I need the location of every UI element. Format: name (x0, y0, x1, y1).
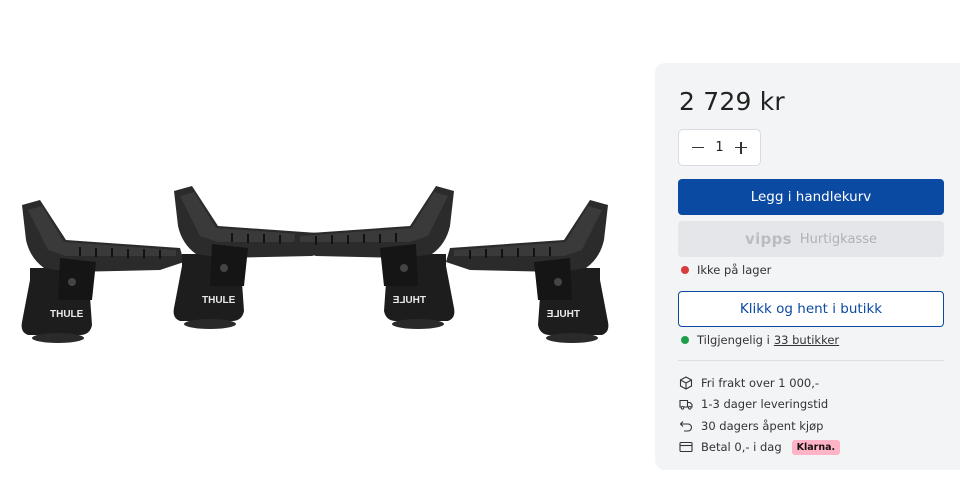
divider (678, 360, 944, 361)
product-price: 2 729 kr (679, 87, 785, 116)
vipps-express-checkout-button[interactable]: vipps Hurtigkasse (678, 221, 944, 257)
stock-status: Ikke på lager (681, 263, 771, 277)
feature-list: Fri frakt over 1 000,- 1-3 dager leverin… (679, 372, 841, 459)
list-item: Fri frakt over 1 000,- (679, 372, 840, 394)
list-item: Betal 0,- i dag Klarna. (679, 437, 841, 459)
availability-prefix: Tilgjengelig i (697, 333, 770, 347)
store-availability: Tilgjengelig i 33 butikker (681, 333, 839, 347)
purchase-panel: 2 729 kr 1 Legg i handlekurv vipps Hurti… (655, 63, 960, 470)
list-item: 30 dagers åpent kjøp (679, 415, 840, 437)
klarna-badge: Klarna. (791, 439, 841, 455)
plus-icon[interactable] (734, 141, 748, 155)
vipps-button-label: Hurtigkasse (799, 231, 877, 247)
package-icon (679, 376, 693, 390)
feature-text: Betal 0,- i dag (701, 440, 782, 455)
store-count-link[interactable]: 33 butikker (774, 333, 839, 347)
vipps-logo: vipps (745, 230, 792, 248)
stock-status-text: Ikke på lager (697, 263, 772, 277)
feature-text: Fri frakt over 1 000,- (701, 375, 820, 390)
add-to-cart-button[interactable]: Legg i handlekurv (678, 179, 944, 215)
feature-text: 1-3 dager leveringstid (701, 397, 829, 412)
click-and-collect-button[interactable]: Klikk og hent i butikk (678, 291, 944, 327)
quantity-value[interactable]: 1 (715, 140, 723, 155)
list-item: 1-3 dager leveringstid (679, 394, 840, 416)
available-dot-icon (681, 336, 689, 344)
out-of-stock-dot-icon (681, 266, 689, 274)
truck-icon (679, 400, 693, 410)
return-icon (679, 420, 693, 432)
minus-icon[interactable] (691, 141, 705, 155)
feature-text: 30 dagers åpent kjøp (701, 418, 824, 433)
card-icon (679, 442, 693, 453)
product-image: THULE (20, 185, 610, 344)
product-image-gallery[interactable]: THULE (0, 0, 640, 500)
quantity-stepper[interactable]: 1 (678, 129, 761, 166)
